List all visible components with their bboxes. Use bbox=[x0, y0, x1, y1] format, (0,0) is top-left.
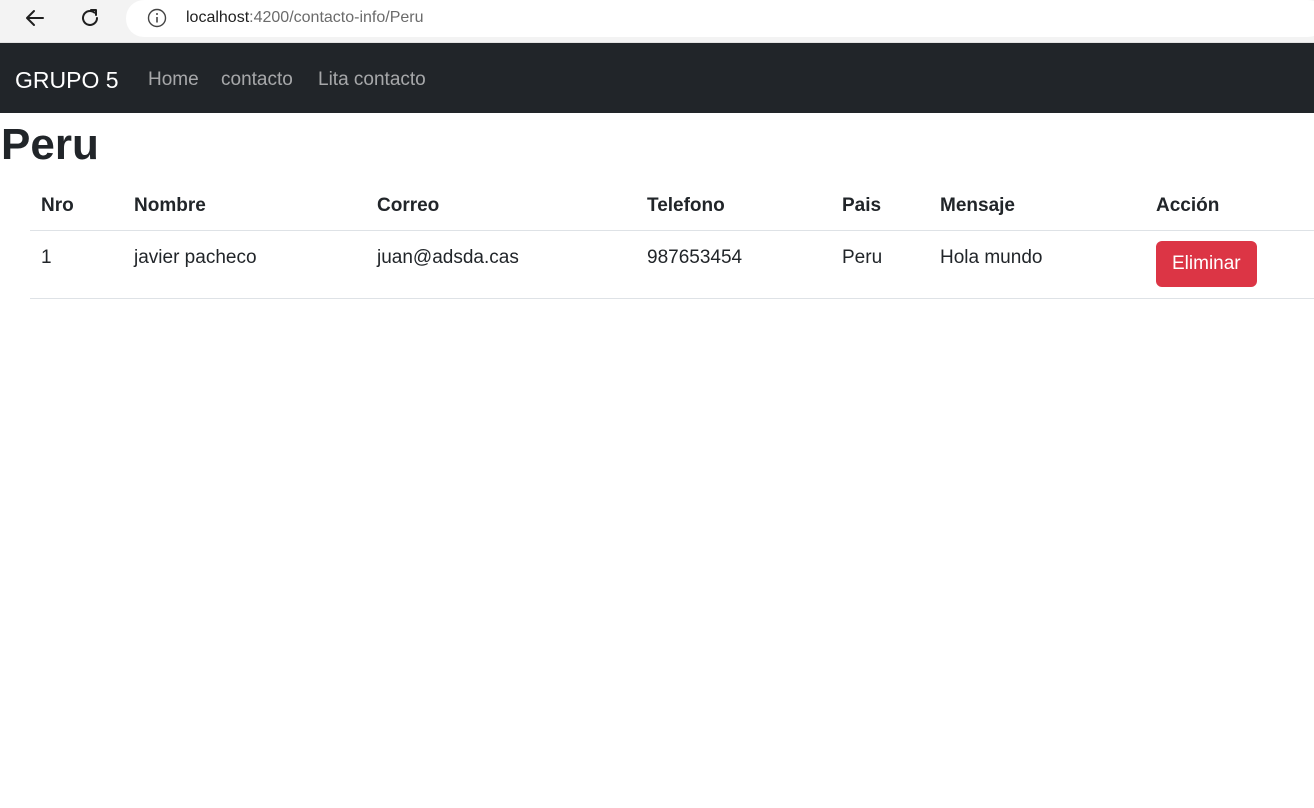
cell-telefono: 987653454 bbox=[636, 230, 831, 299]
table-body: 1 javier pacheco juan@adsda.cas 98765345… bbox=[30, 230, 1314, 299]
nav-link-contacto[interactable]: contacto bbox=[221, 68, 293, 92]
cell-correo-text: juan@adsda.cas bbox=[377, 246, 519, 268]
cell-mensaje: Hola mundo bbox=[929, 230, 1145, 299]
header-nro: Nro bbox=[30, 182, 123, 231]
nav-link-lista-contacto[interactable]: Lita contacto bbox=[318, 68, 426, 92]
cell-pais: Peru bbox=[831, 230, 929, 299]
url-host: localhost bbox=[186, 9, 250, 26]
cell-nro: 1 bbox=[30, 230, 123, 299]
cell-telefono-text: 987653454 bbox=[647, 246, 743, 268]
table-header-row: Nro Nombre Correo Telefono Pais Mensaje … bbox=[30, 182, 1314, 231]
reload-icon bbox=[82, 9, 98, 26]
reload-button[interactable] bbox=[74, 4, 106, 32]
url-path: :4200/contacto-info/Peru bbox=[249, 9, 424, 26]
back-arrow-icon bbox=[26, 10, 44, 26]
cell-correo: juan@adsda.cas bbox=[366, 230, 636, 299]
cell-accion: Eliminar bbox=[1145, 230, 1314, 299]
header-pais: Pais bbox=[831, 182, 929, 231]
header-correo: Correo bbox=[366, 182, 636, 231]
back-button[interactable] bbox=[19, 4, 51, 32]
table-row: 1 javier pacheco juan@adsda.cas 98765345… bbox=[30, 230, 1314, 299]
browser-toolbar: localhost:4200/contacto-info/Peru bbox=[0, 0, 1314, 43]
cell-pais-text: Peru bbox=[842, 246, 883, 268]
nav-link-home[interactable]: Home bbox=[148, 68, 199, 92]
header-nombre: Nombre bbox=[123, 182, 366, 231]
cell-mensaje-text: Hola mundo bbox=[940, 246, 1043, 268]
navbar-brand[interactable]: GRUPO 5 bbox=[15, 66, 119, 94]
delete-button[interactable]: Eliminar bbox=[1156, 240, 1257, 287]
address-bar[interactable]: localhost:4200/contacto-info/Peru bbox=[126, 0, 1314, 37]
navbar: GRUPO 5 Home contacto Lita contacto bbox=[0, 43, 1314, 113]
url-text[interactable]: localhost:4200/contacto-info/Peru bbox=[186, 8, 424, 28]
table-header: Nro Nombre Correo Telefono Pais Mensaje … bbox=[30, 182, 1314, 231]
header-accion: Acción bbox=[1145, 182, 1314, 231]
contacts-table: Nro Nombre Correo Telefono Pais Mensaje … bbox=[30, 182, 1314, 299]
cell-nro-text: 1 bbox=[41, 246, 52, 268]
cell-nombre-text: javier pacheco bbox=[134, 246, 257, 268]
header-telefono: Telefono bbox=[636, 182, 831, 231]
cell-nombre: javier pacheco bbox=[123, 230, 366, 299]
page-title: Peru bbox=[1, 120, 99, 169]
header-mensaje: Mensaje bbox=[929, 182, 1145, 231]
info-icon[interactable] bbox=[147, 8, 167, 28]
